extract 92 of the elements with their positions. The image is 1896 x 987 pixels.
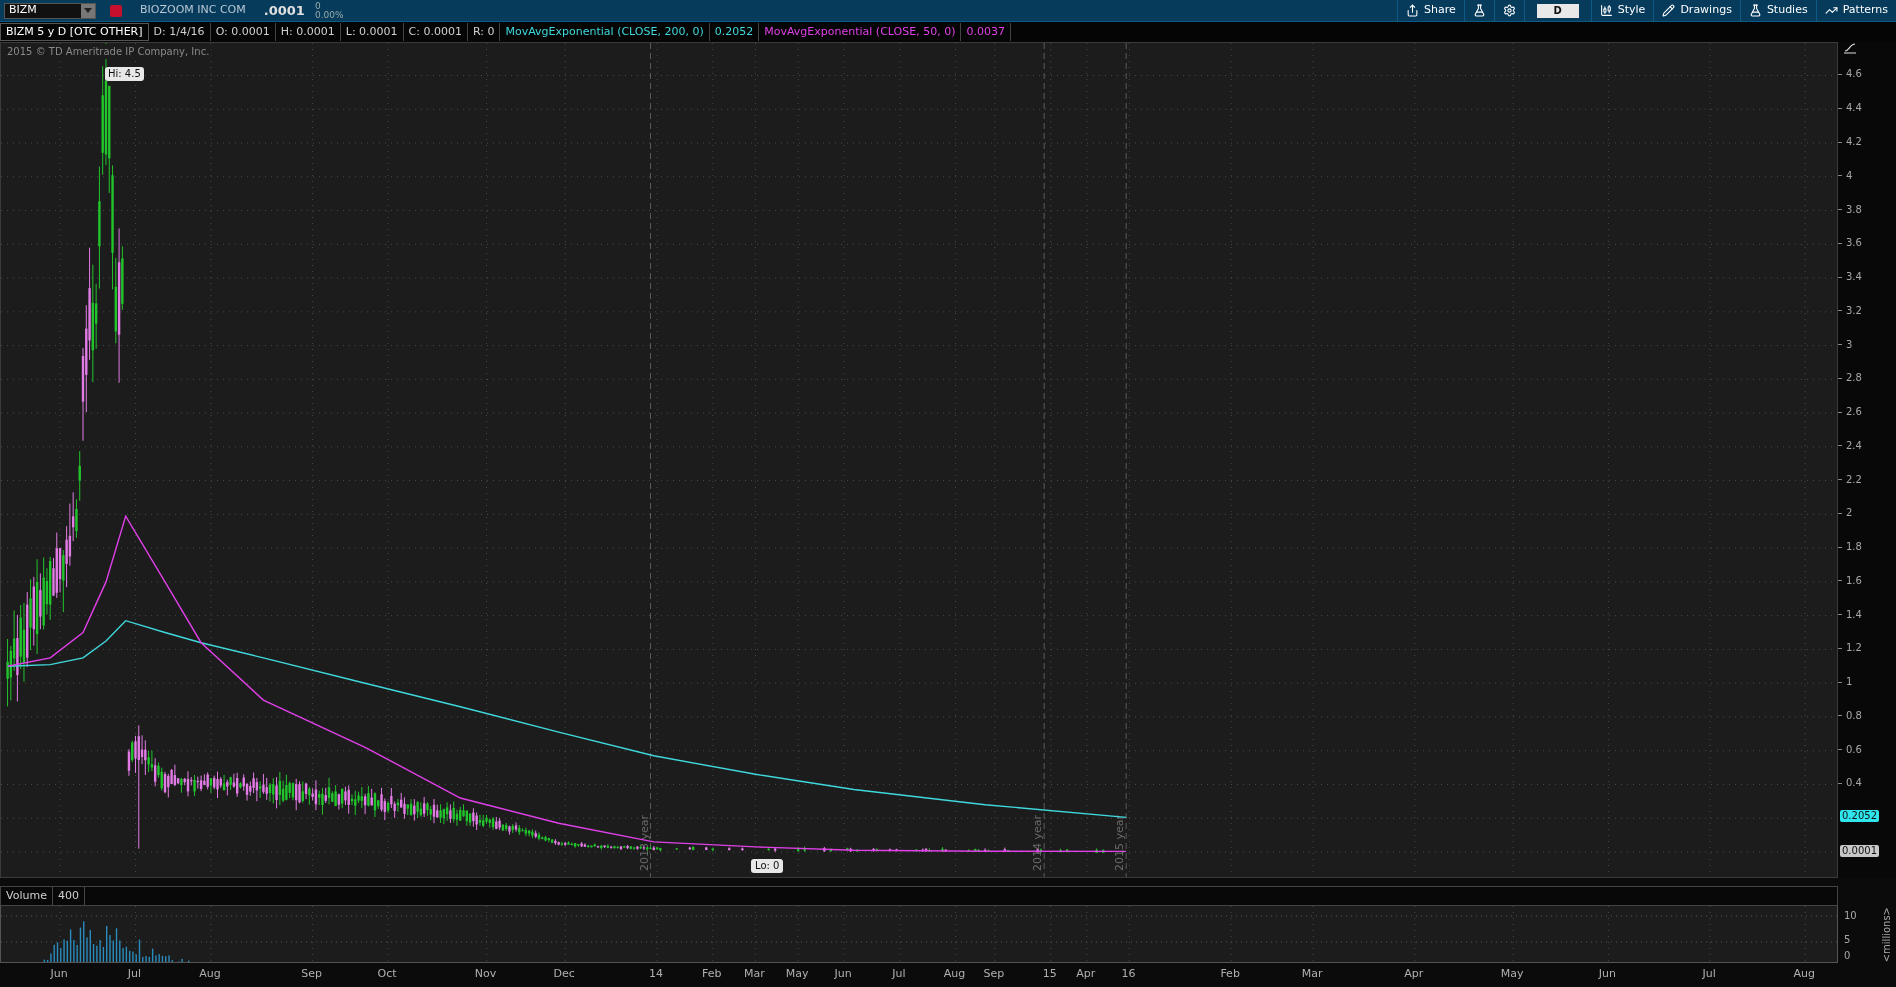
copyright-text: 2015 © TD Ameritrade IP Company, Inc. <box>5 44 212 59</box>
flask-icon <box>1472 4 1486 17</box>
chart-title: BIZM 5 y D [OTC OTHER] <box>0 23 149 41</box>
axis-label: 0.8 <box>1846 708 1862 723</box>
axis-label: 1.6 <box>1846 573 1862 588</box>
high-label: Hi: 4.5 <box>105 67 144 81</box>
date-label: Apr <box>1404 966 1424 982</box>
share-button[interactable]: Share <box>1397 0 1464 22</box>
axis-label: 2.2 <box>1846 472 1862 487</box>
date-label: Jun <box>50 966 68 982</box>
axis-label: 2.4 <box>1846 438 1862 453</box>
axis-label: 2.6 <box>1846 405 1862 420</box>
study-label[interactable]: MovAvgExponential (CLOSE, 200, 0) <box>500 23 710 41</box>
settings-icon <box>1502 4 1516 17</box>
date-label: Apr <box>1076 966 1096 982</box>
trend-icon <box>1824 4 1838 17</box>
axis-label: 2 <box>1846 506 1853 521</box>
date-label: Jul <box>892 966 906 982</box>
date-label: May <box>1500 966 1524 982</box>
axis-label: 0.4 <box>1846 776 1862 791</box>
date-label: 16 <box>1121 966 1136 982</box>
date-label: Jul <box>1702 966 1716 982</box>
date-label: Sep <box>983 966 1005 982</box>
flask-icon <box>1748 4 1762 17</box>
year-label: 2013 year <box>637 814 651 871</box>
date-label: Mar <box>744 966 765 982</box>
axis-label: 4.6 <box>1846 67 1862 82</box>
axis-label: 2.8 <box>1846 371 1862 386</box>
quote-field: D: 1/4/16 <box>148 23 211 41</box>
toolbar-button[interactable]: Drawings <box>1653 0 1740 22</box>
axis-label: 10 <box>1844 910 1857 922</box>
toolbar-button[interactable]: Studies <box>1739 0 1816 22</box>
axis-label: 3.6 <box>1846 236 1862 251</box>
axis-label: 4.2 <box>1846 135 1862 149</box>
axis-label: 3 <box>1846 337 1853 352</box>
axis-label: 1.4 <box>1846 607 1862 622</box>
quote-field: C: 0.0001 <box>403 23 468 41</box>
toolbar-button[interactable]: Style <box>1590 0 1654 22</box>
toolbar-button[interactable]: Patterns <box>1815 0 1896 22</box>
date-label: Aug <box>199 966 221 982</box>
date-label: Nov <box>474 966 497 982</box>
axis-label: 1.2 <box>1846 641 1862 656</box>
axis-label: 3.8 <box>1846 202 1862 217</box>
aggregation-field[interactable]: D <box>1536 3 1579 18</box>
pencil-icon <box>1662 4 1676 17</box>
axis-label: 4.4 <box>1846 101 1862 116</box>
axis-label: 4 <box>1846 168 1853 183</box>
last-price: .0001 <box>263 1 305 20</box>
axis-label: 3.4 <box>1846 270 1862 285</box>
change-percent: 0.00% <box>314 10 344 20</box>
quote-field: O: 0.0001 <box>210 23 276 41</box>
date-label: May <box>785 966 809 982</box>
low-label: Lo: 0 <box>751 859 784 873</box>
quote-field: H: 0.0001 <box>275 23 341 41</box>
date-label: Feb <box>702 966 722 982</box>
price-badge: 0.2052 <box>1840 810 1879 823</box>
study-label[interactable]: MovAvgExponential (CLOSE, 50, 0) <box>759 23 962 41</box>
date-label: Aug <box>1793 966 1815 982</box>
axis-label: 0 <box>1844 950 1851 962</box>
study-value: 0.2052 <box>709 23 760 41</box>
axis-label: 5 <box>1844 934 1851 946</box>
date-label: Oct <box>377 966 397 982</box>
date-label: Jul <box>127 966 142 982</box>
quote-field: L: 0.0001 <box>340 23 404 41</box>
volume-value: 400 <box>52 887 85 905</box>
year-label: 2014 year <box>1031 814 1045 871</box>
study-value: 0.0037 <box>961 23 1011 41</box>
axis-label: 0.6 <box>1846 742 1862 757</box>
date-label: Dec <box>553 966 575 982</box>
date-label: Aug <box>943 966 966 982</box>
symbol-field[interactable]: BIZM <box>4 2 96 19</box>
date-label: Sep <box>301 966 322 982</box>
price-badge: 0.0001 <box>1840 845 1879 857</box>
company-name: BIOZOOM INC COM <box>140 2 246 19</box>
axis-unit: <millions> <box>1880 906 1893 963</box>
year-label: 2015 year <box>1113 814 1127 871</box>
axis-label: 3.2 <box>1846 303 1862 318</box>
date-label: 14 <box>649 966 664 982</box>
date-label: 15 <box>1042 966 1057 982</box>
share-icon <box>1406 4 1419 17</box>
candlestick-icon <box>1599 4 1613 17</box>
date-label: Feb <box>1220 966 1240 982</box>
date-label: Mar <box>1301 966 1323 982</box>
date-label: Jun <box>1598 966 1616 982</box>
dropdown-icon <box>81 3 95 18</box>
date-label: Jun <box>834 966 852 982</box>
curve-icon[interactable] <box>1843 42 1857 56</box>
axis-label: 1.8 <box>1846 540 1862 555</box>
axis-label: 1 <box>1846 675 1853 690</box>
change-value: 0 <box>314 1 322 11</box>
volume-title: Volume <box>1 887 53 905</box>
quote-field: R: 0 <box>467 23 501 41</box>
